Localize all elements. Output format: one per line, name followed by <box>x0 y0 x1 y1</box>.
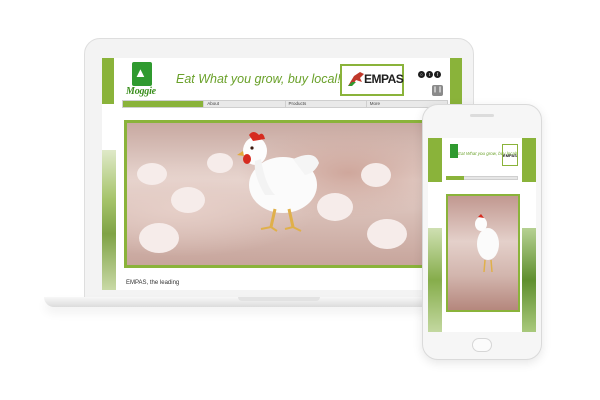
nav-item-home[interactable] <box>123 101 204 107</box>
flock-chicken <box>361 163 391 187</box>
phone-hero-image-chickens <box>446 194 520 312</box>
nav-item-about[interactable]: About <box>203 101 284 107</box>
hen-icon: ▲ <box>134 65 147 80</box>
horse-head-icon <box>348 72 364 86</box>
laptop-screen: ▲ Moggie Eat What you grow, buy local! E… <box>102 58 462 290</box>
flock-chicken <box>137 163 167 185</box>
main-nav: About Products More <box>122 100 448 108</box>
flock-chicken <box>207 153 233 173</box>
moggie-logo[interactable]: ▲ Moggie <box>126 62 170 100</box>
flock-chicken <box>139 223 179 253</box>
phone-nav-item-home[interactable] <box>446 176 464 180</box>
flock-chicken <box>317 193 353 221</box>
empas-logo-text: EMPAS <box>364 72 404 86</box>
empas-logo[interactable]: EMPAS <box>340 64 404 96</box>
laptop-notch <box>238 297 320 301</box>
social-links: ○ t f <box>418 71 441 78</box>
hero-image-chickens <box>124 120 422 268</box>
header-accent-left <box>102 58 114 104</box>
phone-screen: Eat What you grow, buy local! EMPAS <box>428 138 536 332</box>
twitter-icon[interactable]: t <box>426 71 433 78</box>
white-hen-image <box>237 132 319 232</box>
facebook-icon[interactable]: f <box>434 71 441 78</box>
phone-vegetable-left <box>428 228 442 332</box>
vegetable-side-image <box>102 150 116 290</box>
site-tagline: Eat What you grow, buy local! <box>176 72 341 86</box>
phone-speaker <box>470 114 494 117</box>
phone-header-accent-right <box>522 138 536 182</box>
flock-chicken <box>171 187 205 213</box>
phone-vegetable-right <box>522 228 536 332</box>
pause-slideshow-button[interactable]: ❙❙ <box>432 85 443 96</box>
phone-empas-logo[interactable]: EMPAS <box>502 144 518 166</box>
flock-chicken <box>367 219 407 249</box>
phone-white-hen-image <box>475 214 499 273</box>
phone-moggie-logo[interactable] <box>450 144 458 158</box>
phone-header-accent-left <box>428 138 442 182</box>
page-intro-text: EMPAS, the leading <box>126 280 180 286</box>
header-accent-right <box>450 58 462 104</box>
instagram-icon[interactable]: ○ <box>418 71 425 78</box>
logo-text: Moggie <box>126 86 156 97</box>
device-mockup: ▲ Moggie Eat What you grow, buy local! E… <box>0 0 600 400</box>
phone-home-button[interactable] <box>472 338 492 352</box>
nav-item-products[interactable]: Products <box>284 101 366 107</box>
